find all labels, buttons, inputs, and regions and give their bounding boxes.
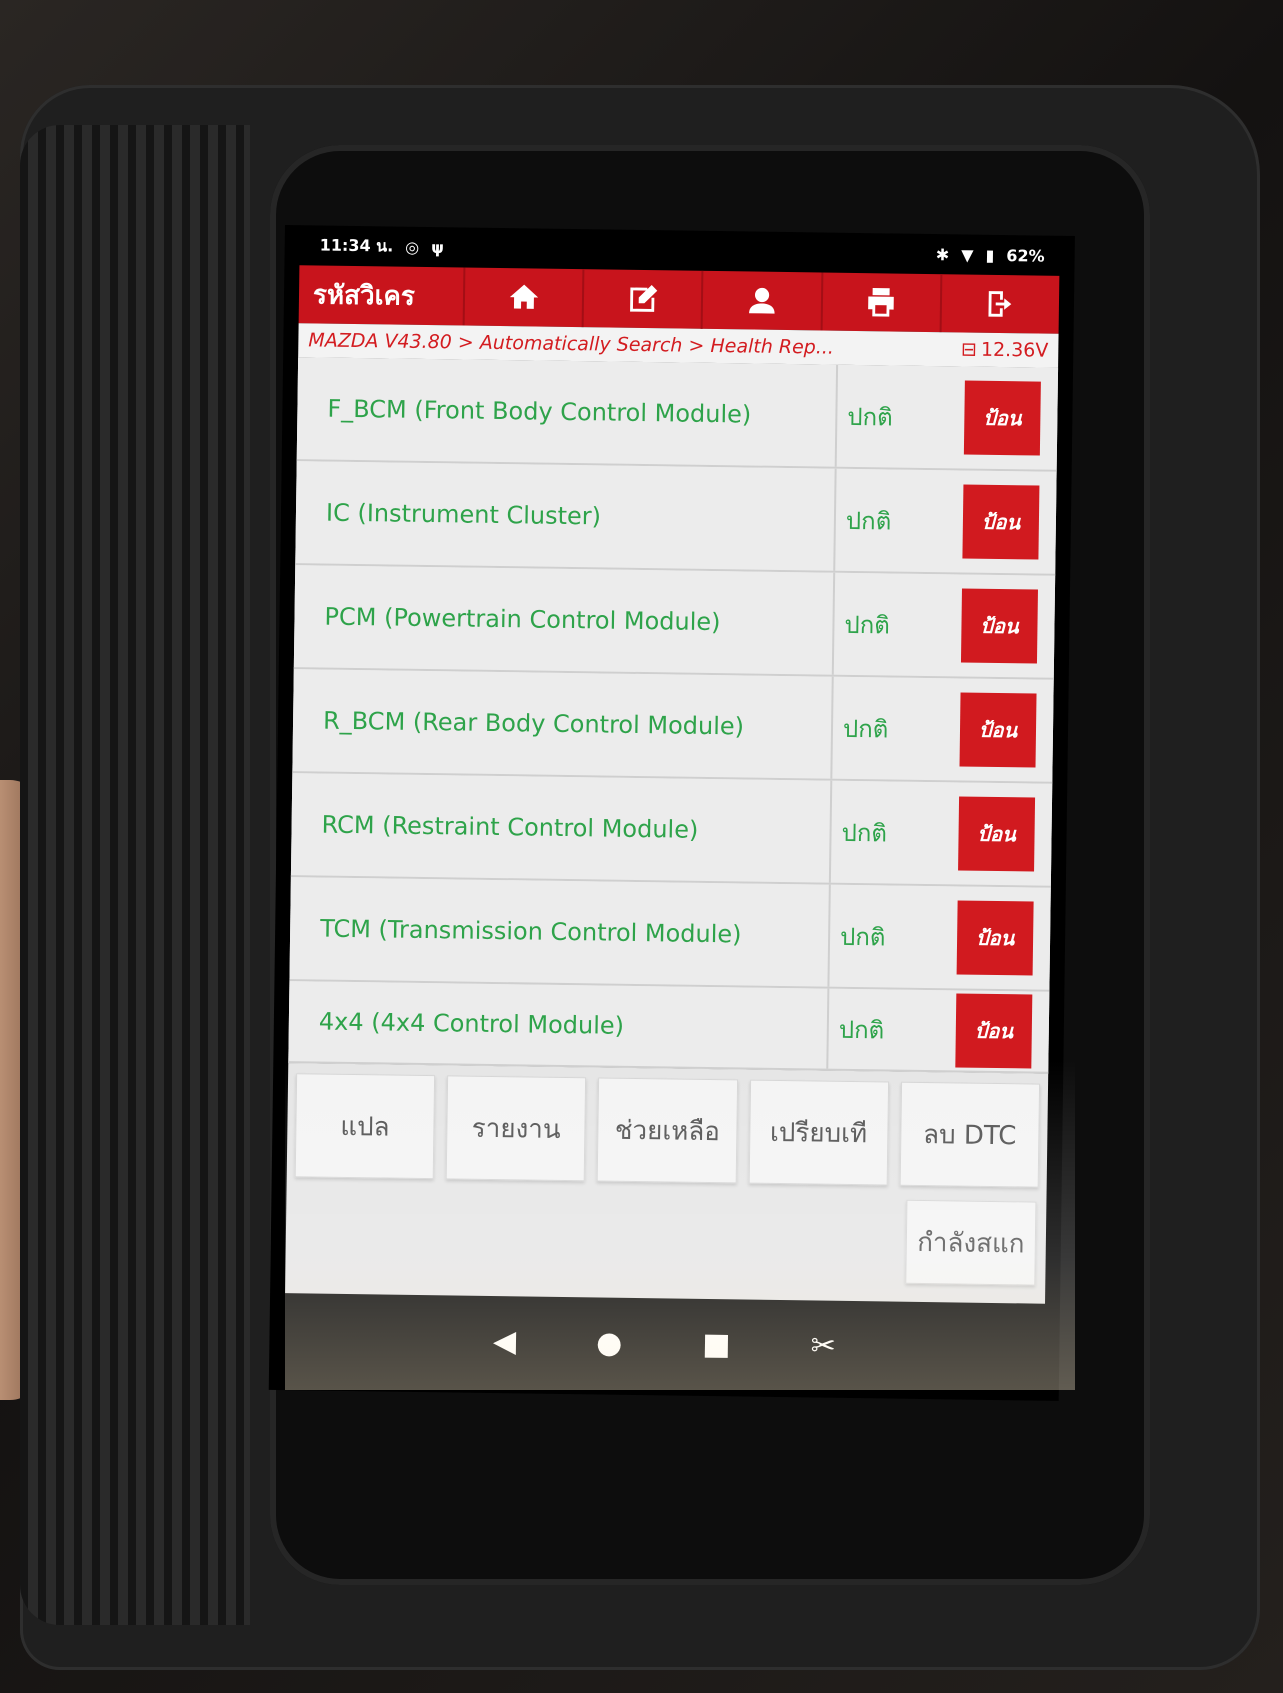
module-name: 4x4 (4x4 Control Module) [288,981,830,1069]
module-status: ปกติ [845,506,892,535]
module-name: IC (Instrument Cluster) [295,461,837,571]
recents-icon[interactable]: ■ [702,1326,731,1361]
battery-icon: ▮ [985,245,995,265]
enter-module-button[interactable]: ป้อน [962,484,1040,560]
device-grip-ribs [20,125,250,1625]
enter-module-button[interactable]: ป้อน [960,588,1038,664]
module-status: ปกติ [838,1015,885,1044]
screenshot-icon[interactable]: ✂ [810,1328,836,1363]
voltage-value: 12.36V [980,338,1049,362]
voltage-readout: ⊟ 12.36V [961,338,1049,361]
battery-voltage-icon: ⊟ [960,338,978,361]
enter-module-button[interactable]: ป้อน [958,796,1036,872]
exit-icon [988,291,1012,317]
edit-icon [629,284,658,312]
toolbar-title: รหัสวิเคร [312,279,416,312]
breadcrumb-path: MAZDA V43.80 > Automatically Search > He… [308,329,835,359]
module-name: F_BCM (Front Body Control Module) [296,357,839,467]
module-status: ปกติ [841,818,888,847]
module-name: R_BCM (Rear Body Control Module) [292,669,834,779]
module-row: PCM (Powertrain Control Module) ปกติ ป้อ… [293,565,1056,680]
usb-icon: ψ [431,237,445,257]
bluetooth-icon: ✱ [935,244,950,264]
module-name: RCM (Restraint Control Module) [290,773,833,883]
module-name: TCM (Transmission Control Module) [289,877,831,987]
module-list: F_BCM (Front Body Control Module) ปกติ ป… [288,357,1059,1074]
user-icon [749,287,775,314]
tablet-screen: 11:34 น. ◎ ψ ✱ ▼ ▮ 62% รหัสวิเคร MAZDA V… [268,225,1075,1401]
module-row: 4x4 (4x4 Control Module) ปกติ ป้อน [288,981,1050,1074]
module-row: IC (Instrument Cluster) ปกติ ป้อน [295,461,1057,576]
user-button[interactable] [700,270,821,331]
print-icon [868,288,895,317]
enter-module-button[interactable]: ป้อน [955,993,1033,1069]
module-row: TCM (Transmission Control Module) ปกติ ป… [289,877,1051,992]
module-row: F_BCM (Front Body Control Module) ปกติ ป… [296,357,1059,472]
back-icon[interactable]: ◀ [493,1324,517,1359]
toolbar: รหัสวิเคร [298,265,1060,334]
translate-button[interactable]: แปล [294,1073,436,1180]
home-circle-icon[interactable]: ● [596,1325,623,1360]
notification-icon: ◎ [405,237,420,257]
home-icon [509,284,538,309]
enter-module-button[interactable]: ป้อน [963,380,1041,456]
enter-module-button[interactable]: ป้อน [959,692,1037,768]
clear-dtc-button[interactable]: ลบ DTC [899,1081,1041,1188]
module-row: R_BCM (Rear Body Control Module) ปกติ ป้… [292,669,1054,784]
home-button[interactable] [462,267,583,328]
edit-button[interactable] [581,269,702,329]
action-bar: แปล รายงาน ช่วยเหลือ เปรียบเที ลบ DTC กำ… [285,1063,1049,1304]
report-button[interactable]: รายงาน [445,1075,587,1182]
module-status: ปกติ [839,922,886,951]
help-button[interactable]: ช่วยเหลือ [597,1077,738,1184]
module-status: ปกติ [844,610,891,639]
status-time: 11:34 น. [319,234,394,256]
android-nav-bar: ◀ ● ■ ✂ [269,1293,1060,1394]
module-row: RCM (Restraint Control Module) ปกติ ป้อน [290,773,1053,888]
exit-button[interactable] [939,274,1060,334]
compare-button[interactable]: เปรียบเที [748,1079,889,1186]
module-status: ปกติ [842,714,889,743]
print-button[interactable] [820,272,941,333]
enter-module-button[interactable]: ป้อน [956,900,1034,976]
scanning-button[interactable]: กำลังสแก [905,1199,1037,1286]
wifi-icon: ▼ [961,244,974,265]
module-name: PCM (Powertrain Control Module) [293,565,836,675]
battery-level: 62% [1006,245,1045,266]
module-status: ปกติ [847,402,893,432]
